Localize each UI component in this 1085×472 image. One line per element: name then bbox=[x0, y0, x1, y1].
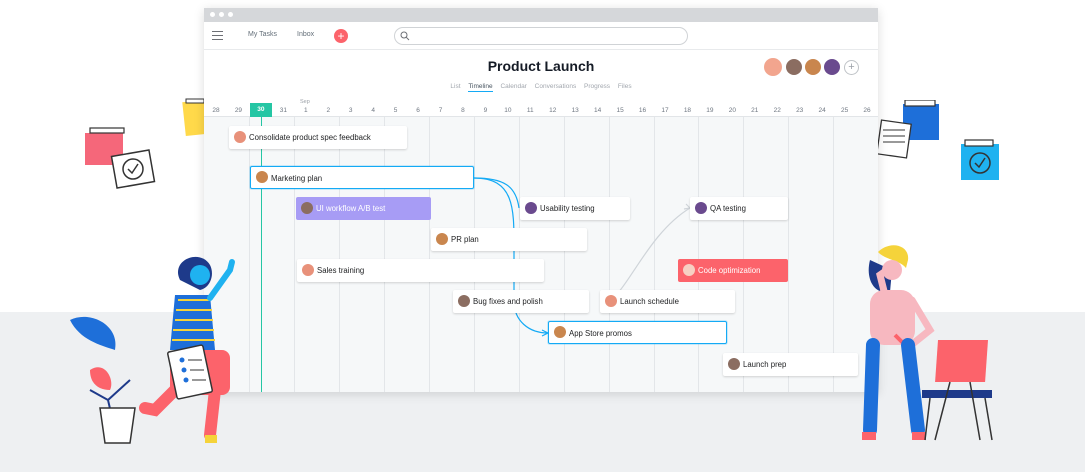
assignee-avatar bbox=[302, 264, 314, 276]
project-members: + bbox=[764, 58, 860, 77]
timeline-task[interactable]: Consolidate product spec feedback bbox=[229, 126, 407, 149]
tab-conversations[interactable]: Conversations bbox=[535, 83, 577, 91]
inbox-link[interactable]: Inbox bbox=[297, 31, 314, 38]
assignee-avatar bbox=[301, 202, 313, 214]
tab-calendar[interactable]: Calendar bbox=[500, 83, 526, 91]
task-name: Consolidate product spec feedback bbox=[249, 133, 371, 142]
task-name: QA testing bbox=[710, 204, 746, 213]
task-name: Code optimization bbox=[698, 266, 761, 275]
timeline-task[interactable]: Launch schedule bbox=[600, 290, 735, 313]
assignee-avatar bbox=[234, 131, 246, 143]
timeline-task[interactable]: Marketing plan bbox=[250, 166, 474, 189]
assignee-avatar bbox=[525, 202, 537, 214]
my-tasks-link[interactable]: My Tasks bbox=[248, 31, 277, 38]
task-name: Usability testing bbox=[540, 204, 595, 213]
sticky-notes-right-illustration bbox=[876, 100, 999, 180]
search-input[interactable] bbox=[394, 27, 688, 45]
window-close-dot[interactable] bbox=[210, 12, 215, 17]
task-name: Sales training bbox=[317, 266, 365, 275]
member-avatar[interactable] bbox=[764, 58, 782, 76]
member-avatar[interactable] bbox=[824, 59, 840, 75]
tab-timeline[interactable]: Timeline bbox=[468, 83, 493, 92]
task-name: UI workflow A/B test bbox=[316, 204, 386, 213]
person-on-phone-illustration bbox=[862, 245, 993, 441]
assignee-avatar bbox=[554, 326, 566, 338]
add-member-button[interactable]: + bbox=[844, 60, 859, 75]
window-maximize-dot[interactable] bbox=[228, 12, 233, 17]
hamburger-menu-icon[interactable] bbox=[212, 31, 223, 40]
timeline-task[interactable]: PR plan bbox=[431, 228, 587, 251]
search-icon bbox=[400, 31, 410, 41]
task-name: PR plan bbox=[451, 235, 479, 244]
timeline-task[interactable]: QA testing bbox=[690, 197, 788, 220]
assignee-avatar bbox=[458, 295, 470, 307]
assignee-avatar bbox=[683, 264, 695, 276]
timeline-task[interactable]: UI workflow A/B test bbox=[296, 197, 431, 220]
window-titlebar bbox=[204, 8, 878, 22]
quick-add-button[interactable]: + bbox=[334, 29, 348, 43]
tab-files[interactable]: Files bbox=[618, 83, 632, 91]
task-name: Launch schedule bbox=[620, 297, 679, 306]
assignee-avatar bbox=[695, 202, 707, 214]
timeline-grid: Sep 28 29 30 31 1 2 3 4 5 6 7 8 9 10 11 12 13 14 15 16 17 18 1… bbox=[204, 96, 878, 392]
assignee-avatar bbox=[605, 295, 617, 307]
project-tabs: List Timeline Calendar Conversations Pro… bbox=[204, 83, 878, 92]
timeline-task[interactable]: App Store promos bbox=[548, 321, 727, 344]
member-avatar[interactable] bbox=[805, 59, 821, 75]
task-name: Launch prep bbox=[743, 360, 787, 369]
top-bar: My Tasks Inbox + bbox=[204, 22, 878, 50]
timeline-task[interactable]: Launch prep bbox=[723, 353, 858, 376]
assignee-avatar bbox=[256, 171, 268, 183]
task-name: Marketing plan bbox=[271, 174, 323, 183]
app-window: My Tasks Inbox + Product Launch + List T… bbox=[204, 8, 878, 392]
task-name: App Store promos bbox=[569, 329, 632, 338]
timeline-task[interactable]: Code optimization bbox=[678, 259, 788, 282]
timeline-task[interactable]: Usability testing bbox=[520, 197, 630, 220]
task-name: Bug fixes and polish bbox=[473, 297, 543, 306]
tab-list[interactable]: List bbox=[450, 83, 460, 91]
assignee-avatar bbox=[728, 358, 740, 370]
member-avatar[interactable] bbox=[786, 59, 802, 75]
tab-progress[interactable]: Progress bbox=[584, 83, 610, 91]
window-minimize-dot[interactable] bbox=[219, 12, 224, 17]
timeline-task[interactable]: Bug fixes and polish bbox=[453, 290, 589, 313]
sticky-notes-left-illustration bbox=[85, 127, 156, 189]
timeline-task[interactable]: Sales training bbox=[297, 259, 544, 282]
assignee-avatar bbox=[436, 233, 448, 245]
person-with-clipboard-illustration bbox=[70, 256, 235, 444]
